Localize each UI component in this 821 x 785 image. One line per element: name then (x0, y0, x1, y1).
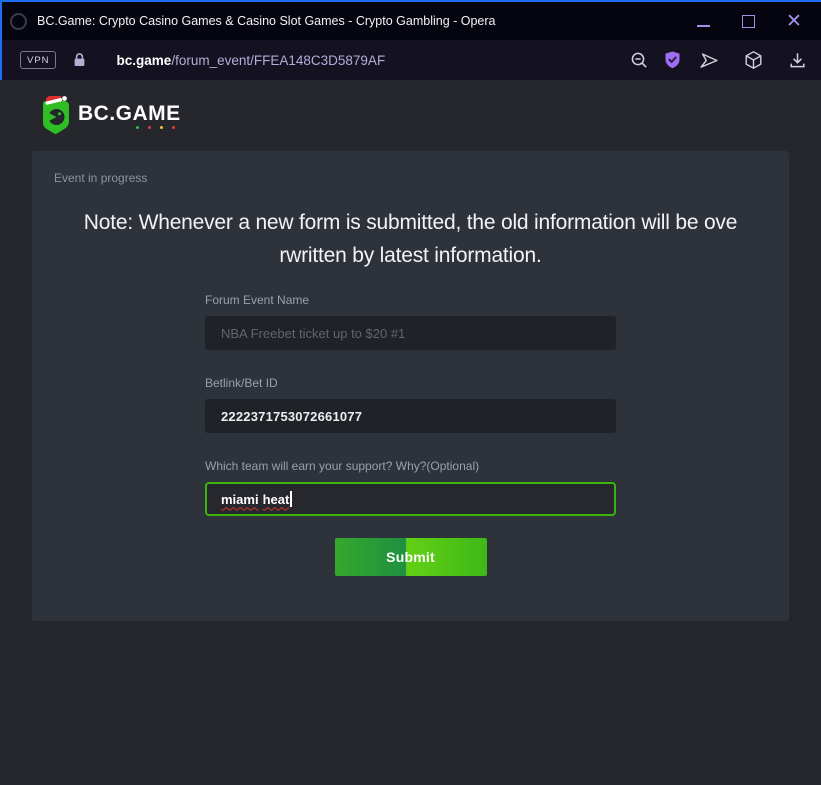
submit-button[interactable]: Submit (335, 538, 487, 576)
browser-window: BC.Game: Crypto Casino Games & Casino Sl… (0, 0, 821, 785)
form-note-line1: Note: Whenever a new form is submitted, … (32, 206, 789, 239)
maximize-button[interactable] (741, 14, 756, 29)
event-form-panel: Event in progress Note: Whenever a new f… (32, 151, 789, 621)
betlink-id-label: Betlink/Bet ID (205, 376, 616, 390)
cube-icon[interactable] (743, 50, 763, 70)
team-support-label: Which team will earn your support? Why?(… (205, 459, 616, 473)
title-bar: BC.Game: Crypto Casino Games & Casino Sl… (0, 2, 821, 40)
address-bar-actions (629, 50, 807, 70)
forum-event-name-input[interactable] (205, 316, 616, 350)
bcgame-logo-text: BC.GAME (78, 103, 181, 125)
event-status-text: Event in progress (54, 171, 789, 185)
minimize-button[interactable] (696, 14, 711, 29)
url-field[interactable]: bc.game/forum_event/FFEA148C3D5879AF (117, 53, 629, 68)
zoom-out-icon[interactable] (629, 50, 649, 70)
text-caret (290, 491, 292, 507)
download-icon[interactable] (787, 50, 807, 70)
site-logo[interactable]: BC.GAME (38, 94, 821, 138)
field-betlink-id: Betlink/Bet ID (205, 376, 616, 433)
address-bar: VPN bc.game/forum_event/FFEA148C3D5879AF (0, 40, 821, 80)
field-forum-event-name: Forum Event Name (205, 293, 616, 350)
opera-logo-icon (10, 13, 27, 30)
form-note-line2: rwritten by latest information. (32, 239, 789, 272)
url-path: /forum_event/FFEA148C3D5879AF (171, 53, 385, 68)
forum-event-name-label: Forum Event Name (205, 293, 616, 307)
form-note: Note: Whenever a new form is submitted, … (32, 206, 789, 272)
shield-check-icon[interactable] (662, 50, 682, 70)
betlink-id-input[interactable] (205, 399, 616, 433)
window-title: BC.Game: Crypto Casino Games & Casino Sl… (37, 14, 696, 28)
page-content: BC.GAME Event in progress Note: Whenever… (0, 80, 821, 785)
lock-icon[interactable] (72, 52, 87, 68)
vpn-badge[interactable]: VPN (20, 51, 56, 69)
logo-holiday-dots (78, 126, 181, 129)
team-support-input[interactable]: miami heat (205, 482, 616, 516)
bcgame-logo-icon (38, 96, 72, 136)
url-domain: bc.game (117, 53, 172, 68)
event-form: Forum Event Name Betlink/Bet ID Which te… (205, 293, 616, 576)
send-icon[interactable] (699, 50, 719, 70)
field-team-support: Which team will earn your support? Why?(… (205, 459, 616, 516)
team-support-word: heat (263, 492, 290, 507)
close-button[interactable]: ✕ (786, 14, 801, 29)
window-controls: ✕ (696, 14, 807, 29)
team-support-word: miami (221, 492, 259, 507)
